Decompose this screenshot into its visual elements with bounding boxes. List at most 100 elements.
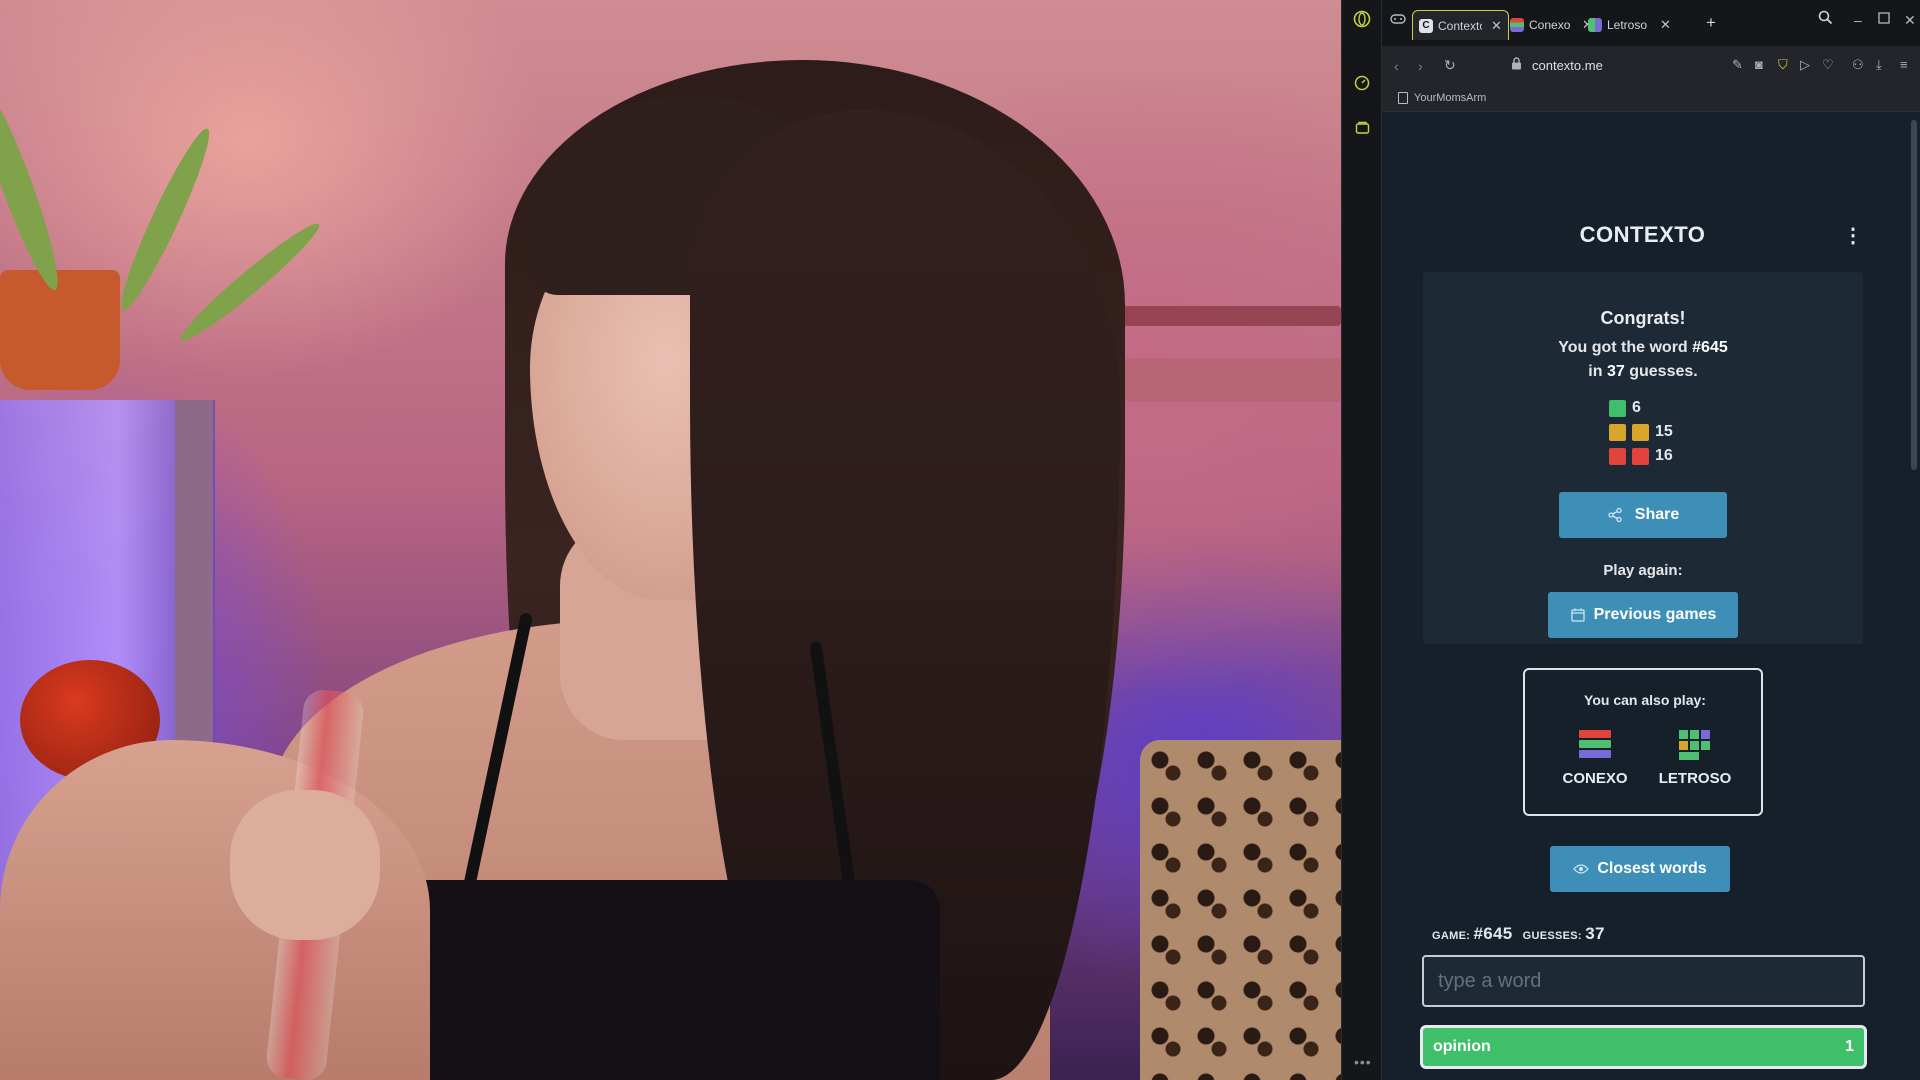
- eye-icon: [1573, 864, 1590, 874]
- contexto-favicon-icon: C: [1419, 18, 1433, 33]
- tab-label: Letroso: [1607, 18, 1648, 32]
- stat-row-green: 6: [1609, 396, 1673, 420]
- download-icon[interactable]: ⤓: [1876, 57, 1882, 73]
- red-square-icon: [1609, 447, 1626, 465]
- shield-icon[interactable]: ⛉: [1778, 57, 1788, 73]
- closest-words-label: Closest words: [1597, 860, 1707, 877]
- person-top: [380, 880, 940, 1080]
- guess-rank: 1: [1845, 1038, 1854, 1055]
- letroso-link[interactable]: LETROSO: [1650, 730, 1740, 787]
- closest-words-button[interactable]: Closest words: [1550, 846, 1730, 892]
- new-tab-icon[interactable]: +: [1706, 13, 1716, 33]
- heart-icon[interactable]: ♡: [1822, 57, 1834, 73]
- menu-icon[interactable]: ≡: [1900, 57, 1908, 72]
- wall-shelf: [1125, 358, 1341, 402]
- conexo-link[interactable]: CONEXO: [1550, 730, 1640, 787]
- word-number: #645: [1692, 339, 1728, 356]
- send-icon[interactable]: ▷: [1800, 57, 1810, 73]
- game-label: GAME:: [1432, 930, 1471, 942]
- yellow-square-icon: [1632, 423, 1649, 441]
- play-again-label: Play again:: [1603, 562, 1683, 579]
- lock-icon: [1511, 57, 1522, 73]
- congrats-card: Congrats! You got the word #645 in 37 gu…: [1423, 272, 1863, 644]
- plant-leaf: [111, 123, 220, 316]
- person-hand: [230, 790, 380, 940]
- letroso-logo-icon: [1679, 730, 1711, 762]
- search-icon[interactable]: [1818, 10, 1833, 28]
- page-scrollbar[interactable]: [1911, 120, 1917, 470]
- close-tab-icon[interactable]: ✕: [1491, 18, 1502, 34]
- page-title: CONTEXTO: [1579, 222, 1706, 247]
- guesses-count: 37: [1606, 363, 1625, 380]
- letroso-favicon-icon: [1588, 18, 1602, 32]
- tab-contexto[interactable]: C Contexto ✕: [1412, 10, 1509, 40]
- previous-games-label: Previous games: [1593, 606, 1717, 623]
- conexo-logo-icon: [1579, 730, 1611, 762]
- tab-bar: C Contexto ✕ Conexo ✕ Letroso ✕ + – ✕: [1382, 0, 1920, 46]
- guesses-label: GUESSES:: [1522, 930, 1582, 942]
- document-icon: [1398, 92, 1408, 104]
- webcam-feed: [0, 0, 1341, 1080]
- calendar-icon: [1570, 608, 1585, 622]
- plant-leaf: [173, 215, 326, 349]
- conexo-label: CONEXO: [1562, 770, 1628, 787]
- maximize-icon[interactable]: [1878, 11, 1890, 27]
- browser-window: ••• C Contexto ✕ Conexo ✕ Letroso ✕ + – …: [1341, 0, 1920, 1080]
- stat-value: 16: [1655, 447, 1673, 464]
- kebab-menu-icon[interactable]: ⋮: [1843, 223, 1863, 248]
- bookmark-item[interactable]: YourMomsArm: [1398, 92, 1486, 104]
- game-number: #645: [1473, 924, 1513, 943]
- congrats-heading: Congrats!: [1600, 308, 1686, 328]
- edit-icon[interactable]: ✎: [1732, 57, 1743, 73]
- plant-leaf: [0, 78, 70, 296]
- browser-sidebar: •••: [1342, 0, 1382, 1080]
- forward-icon[interactable]: ›: [1418, 58, 1423, 74]
- also-play-title: You can also play:: [1584, 692, 1706, 708]
- stat-value: 6: [1632, 399, 1641, 416]
- address-bar: ‹ › ↻ contexto.me ✎ ◙ ⛉ ▷ ♡ ⚇ ⤓ ≡: [1382, 46, 1920, 86]
- guess-row: opinion 1: [1420, 1025, 1867, 1069]
- result-text: You got the word #645 in 37 guesses.: [1423, 336, 1863, 384]
- minimize-icon[interactable]: –: [1854, 12, 1862, 28]
- result-prefix: You got the word: [1558, 339, 1688, 356]
- plant-pot: [0, 270, 120, 390]
- share-label: Share: [1634, 506, 1680, 523]
- guess-stats: 6 15 16: [1609, 396, 1673, 468]
- bookmarks-bar: YourMomsArm: [1382, 86, 1920, 112]
- close-window-icon[interactable]: ✕: [1904, 12, 1916, 29]
- guess-word: opinion: [1433, 1038, 1491, 1055]
- tab-label: Contexto: [1438, 18, 1482, 33]
- result-suffix: guesses.: [1629, 363, 1698, 380]
- word-input[interactable]: [1422, 955, 1865, 1007]
- stat-row-red: 16: [1609, 444, 1673, 468]
- reload-icon[interactable]: ↻: [1444, 57, 1456, 74]
- tab-letroso[interactable]: Letroso ✕: [1582, 10, 1677, 40]
- stat-row-yellow: 15: [1609, 420, 1673, 444]
- previous-games-button[interactable]: Previous games: [1548, 592, 1738, 638]
- stat-value: 15: [1655, 423, 1673, 440]
- also-play-box: You can also play: CONEXO LETROSO: [1523, 668, 1763, 816]
- green-square-icon: [1609, 399, 1626, 417]
- bookmark-label: YourMomsArm: [1414, 92, 1487, 104]
- letroso-label: LETROSO: [1658, 770, 1732, 787]
- more-icon[interactable]: •••: [1354, 1054, 1372, 1070]
- tab-label: Conexo: [1529, 18, 1571, 32]
- gamepad-icon[interactable]: [1390, 12, 1406, 29]
- red-square-icon: [1632, 447, 1649, 465]
- game-status-bar: GAME: #645 GUESSES: 37: [1432, 924, 1605, 944]
- camera-icon[interactable]: ◙: [1755, 57, 1763, 72]
- guesses-value: 37: [1585, 924, 1605, 943]
- url-text[interactable]: contexto.me: [1532, 58, 1603, 73]
- browser-logo-icon[interactable]: [1353, 10, 1371, 28]
- leopard-sofa: [1140, 740, 1341, 1080]
- yellow-square-icon: [1609, 423, 1626, 441]
- result-in: in: [1588, 363, 1603, 380]
- back-icon[interactable]: ‹: [1394, 58, 1399, 74]
- wallet-icon[interactable]: [1353, 118, 1371, 136]
- contexto-page: CONTEXTO ⋮ Congrats! You got the word #6…: [1382, 112, 1920, 1080]
- share-icon: [1608, 507, 1622, 523]
- share-button[interactable]: Share: [1559, 492, 1727, 538]
- speed-dial-icon[interactable]: [1353, 74, 1371, 92]
- profile-icon[interactable]: ⚇: [1852, 57, 1864, 73]
- close-tab-icon[interactable]: ✕: [1660, 17, 1671, 33]
